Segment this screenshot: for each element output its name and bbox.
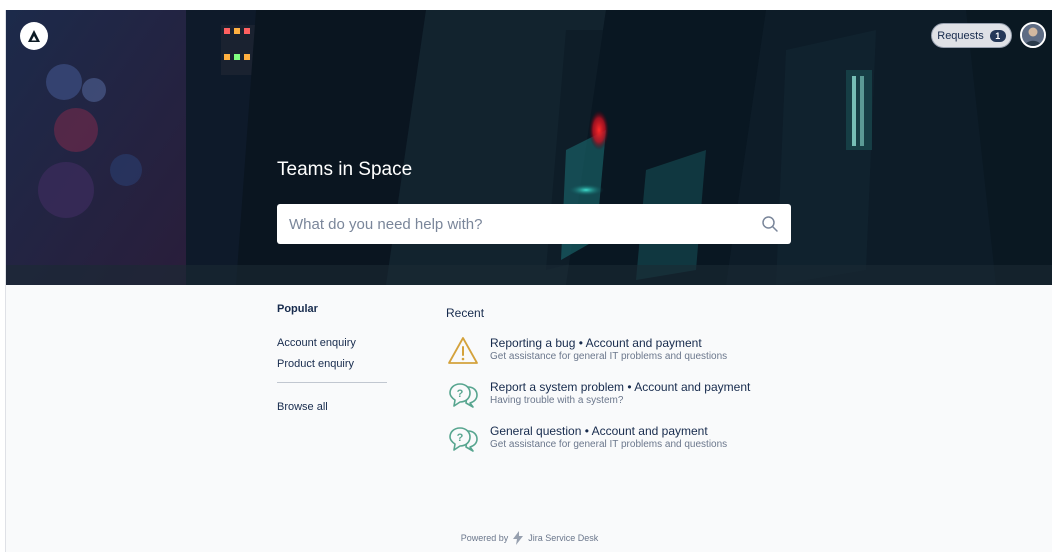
requests-button[interactable]: Requests 1 — [931, 23, 1012, 48]
powered-by-label: Powered by — [460, 533, 509, 543]
recent-request-system-problem[interactable]: ? Report a system problem • Account and … — [446, 380, 826, 424]
jira-service-desk-link[interactable]: Jira Service Desk — [528, 533, 598, 543]
svg-text:?: ? — [457, 432, 464, 444]
lightning-bolt-icon — [513, 531, 524, 545]
recent-section: Recent Reporting a bug • Account and pay… — [446, 306, 826, 468]
requests-label: Requests — [937, 29, 984, 42]
popular-link-account-enquiry[interactable]: Account enquiry — [277, 337, 389, 349]
popular-divider — [277, 382, 387, 383]
help-center-title: Teams in Space — [277, 159, 413, 180]
recent-request-description: Get assistance for general IT problems a… — [490, 439, 728, 450]
user-avatar[interactable] — [1020, 22, 1046, 48]
recent-request-title: Reporting a bug • Account and payment — [490, 336, 702, 350]
popular-heading: Popular — [277, 303, 318, 315]
recent-request-description: Having trouble with a system? — [490, 395, 624, 406]
browse-all-link[interactable]: Browse all — [277, 401, 389, 413]
recent-request-description: Get assistance for general IT problems a… — [490, 351, 728, 362]
requests-count-badge: 1 — [989, 29, 1006, 42]
search-icon[interactable] — [761, 215, 779, 233]
warning-icon — [448, 337, 478, 364]
popular-section: Popular Account enquiry Product enquiry … — [277, 303, 389, 422]
search-input[interactable] — [277, 205, 747, 243]
recent-request-title: Report a system problem • Account and pa… — [490, 380, 751, 394]
recent-heading: Recent — [446, 306, 485, 320]
logo-icon — [28, 30, 40, 42]
question-bubble-icon: ? — [449, 383, 478, 408]
recent-request-title: General question • Account and payment — [490, 424, 708, 438]
avatar-icon — [1022, 24, 1044, 46]
question-bubble-icon: ? — [449, 427, 478, 452]
hero-banner: Requests 1 Teams in Space — [6, 10, 1052, 285]
recent-request-reporting-bug[interactable]: Reporting a bug • Account and payment Ge… — [446, 336, 826, 380]
recent-request-general-question[interactable]: ? General question • Account and payment… — [446, 424, 826, 468]
search-box[interactable] — [277, 204, 791, 244]
footer: Powered by Jira Service Desk — [6, 531, 1052, 545]
portal-frame: Requests 1 Teams in Space Popular Accoun… — [5, 10, 1052, 552]
svg-text:?: ? — [457, 388, 464, 400]
atlassian-logo[interactable] — [20, 22, 48, 50]
popular-link-product-enquiry[interactable]: Product enquiry — [277, 358, 389, 370]
